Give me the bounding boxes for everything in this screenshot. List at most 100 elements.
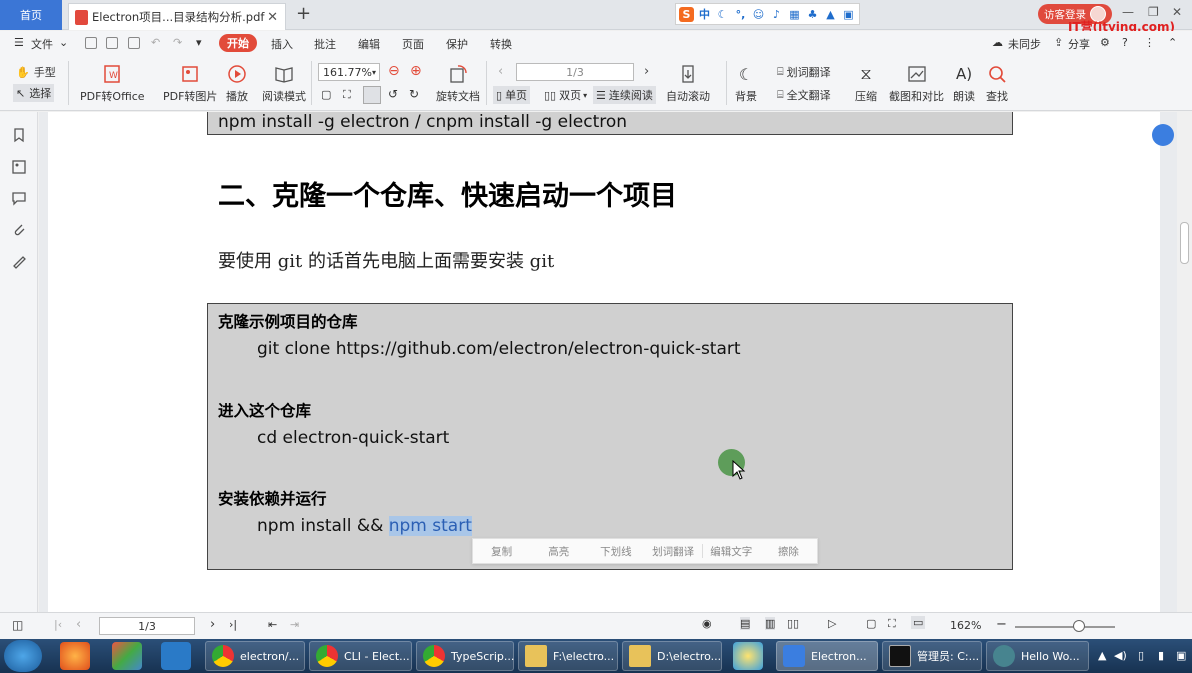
tray-app-icon[interactable]: ▣ <box>1176 649 1186 662</box>
sogou-logo-icon[interactable]: S <box>679 6 694 22</box>
play-icon[interactable]: ▷ <box>828 617 836 630</box>
hamburger-icon[interactable]: ☰ <box>14 36 24 49</box>
compress-button[interactable]: ⧖ 压缩 <box>855 63 877 104</box>
view-double-icon[interactable]: ▯▯ <box>787 617 799 630</box>
moon-icon[interactable]: ☾ <box>715 7 730 22</box>
rotate-doc-button[interactable]: 旋转文档 <box>436 63 480 104</box>
collapse-ribbon-icon[interactable]: ⌃ <box>1168 36 1177 49</box>
zoom-in-icon[interactable]: ⊕ <box>410 63 422 79</box>
grid-icon[interactable]: ▣ <box>841 7 856 22</box>
vertical-scrollbar[interactable] <box>1177 112 1192 612</box>
scrollbar-thumb[interactable] <box>1180 222 1189 264</box>
restore-icon[interactable]: ❐ <box>1148 5 1159 19</box>
fit-width-icon[interactable] <box>363 86 381 104</box>
menu-file[interactable]: 文件 <box>31 36 53 52</box>
last-page-icon[interactable]: ›| <box>229 618 237 631</box>
eye-icon[interactable]: ◉ <box>702 617 712 630</box>
menu-start[interactable]: 开始 <box>219 34 257 52</box>
prev-page-icon[interactable]: ‹ <box>498 64 503 79</box>
comment-icon[interactable] <box>11 190 27 206</box>
pdf-to-image-button[interactable]: PDF转图片 <box>163 63 217 104</box>
taskbar-folder-f[interactable]: F:\electro... <box>518 641 618 671</box>
selected-text[interactable]: npm start <box>388 516 472 536</box>
view-continuous-icon[interactable]: ▥ <box>765 617 776 630</box>
read-aloud-button[interactable]: A) 朗读 <box>953 63 975 104</box>
copy-button[interactable]: 复制 <box>473 544 530 559</box>
chevron-down-icon[interactable]: ⌄ <box>59 36 68 49</box>
open-icon[interactable] <box>85 37 97 49</box>
pinned-app-icon[interactable] <box>112 642 142 670</box>
full-translate-button[interactable]: ⌸ 全文翻译 <box>777 87 831 103</box>
help-icon[interactable]: ? <box>1122 36 1128 49</box>
minimize-icon[interactable]: — <box>1122 5 1134 19</box>
screenshot-compare-button[interactable]: 截图和对比 <box>889 63 944 104</box>
continuous-read-button[interactable]: ☰ 连续阅读 <box>593 86 656 104</box>
sync-icon[interactable]: ☁ <box>992 36 1003 49</box>
tab-document[interactable]: Electron项目...目录结构分析.pdf ✕ <box>68 3 286 30</box>
background-button[interactable]: ☾ 背景 <box>735 63 757 104</box>
menu-protect[interactable]: 保护 <box>446 36 468 52</box>
taskbar-folder-d[interactable]: D:\electro... <box>622 641 722 671</box>
rotate-right-icon[interactable]: ↻ <box>409 87 419 101</box>
auto-scroll-button[interactable]: 自动滚动 <box>666 63 710 104</box>
sidebar-toggle-icon[interactable]: ◫ <box>12 618 23 632</box>
status-page-input[interactable]: 1/3 <box>99 617 195 635</box>
redo-icon[interactable]: ↷ <box>173 36 182 49</box>
settings-icon[interactable]: ⚙ <box>1100 36 1110 49</box>
taskbar-wps[interactable]: Electron... <box>776 641 878 671</box>
menu-annotate[interactable]: 批注 <box>314 36 336 52</box>
thumbnail-icon[interactable] <box>11 159 27 175</box>
fit-page-icon[interactable]: ⛶ <box>343 88 351 102</box>
taskbar-chrome-1[interactable]: electron/... <box>205 641 305 671</box>
zoom-out-icon[interactable]: ⊖ <box>388 63 400 79</box>
pdf-to-office-button[interactable]: W PDF转Office <box>80 63 145 104</box>
actual-size-icon[interactable]: ▢ <box>321 88 331 101</box>
taskbar-chrome-2[interactable]: CLI - Elect... <box>309 641 412 671</box>
first-page-icon[interactable]: |‹ <box>54 618 62 631</box>
menu-insert[interactable]: 插入 <box>271 36 293 52</box>
erase-button[interactable]: 擦除 <box>760 544 817 559</box>
taskbar-chrome-3[interactable]: TypeScrip... <box>416 641 514 671</box>
floating-tool-icon[interactable] <box>1152 124 1174 146</box>
weather-icon[interactable] <box>733 642 763 670</box>
network-icon[interactable]: ▯ <box>1138 649 1144 662</box>
volume-icon[interactable]: ◀) <box>1114 649 1127 662</box>
translate-button[interactable]: 划词翻译 <box>645 544 702 559</box>
prev-page-icon[interactable]: ‹ <box>76 617 81 632</box>
highlight-button[interactable]: 高亮 <box>530 544 587 559</box>
microphone-icon[interactable]: ♪ <box>769 7 784 22</box>
page-number-input[interactable]: 1/3 <box>516 63 634 81</box>
signature-icon[interactable] <box>11 253 27 269</box>
power-icon[interactable]: ▮ <box>1158 649 1164 662</box>
undo-icon[interactable]: ↶ <box>151 36 160 49</box>
next-page-icon[interactable]: › <box>210 617 215 632</box>
forward-icon[interactable]: ⇥ <box>290 618 299 631</box>
play-button[interactable]: 播放 <box>226 63 248 104</box>
close-tab-icon[interactable]: ✕ <box>267 10 278 25</box>
select-tool-button[interactable]: ↖ 选择 <box>13 84 55 102</box>
sync-status[interactable]: 未同步 <box>1008 36 1041 52</box>
zoom-slider-track[interactable] <box>1015 626 1115 628</box>
actual-size-icon[interactable]: ▢ <box>866 617 876 630</box>
add-tab-button[interactable]: + <box>296 3 311 24</box>
share-button[interactable]: 分享 <box>1068 36 1090 52</box>
edit-text-button[interactable]: 编辑文字 <box>703 544 760 559</box>
back-icon[interactable]: ⇤ <box>268 618 277 631</box>
read-mode-button[interactable]: 阅读模式 <box>262 63 306 104</box>
start-button[interactable] <box>4 640 42 672</box>
bookmark-icon[interactable] <box>11 127 27 143</box>
fit-width-icon[interactable]: ▭ <box>911 616 926 629</box>
menu-convert[interactable]: 转换 <box>490 36 512 52</box>
zoom-select[interactable]: 161.77% ▾ <box>318 63 380 81</box>
double-page-button[interactable]: ▯▯ 双页 ▾ <box>541 86 590 104</box>
skin-icon[interactable]: ♣ <box>805 7 820 22</box>
firefox-icon[interactable] <box>60 642 90 670</box>
word-translate-button[interactable]: ⌸ 划词翻译 <box>777 64 831 80</box>
more-icon[interactable]: ▾ <box>196 36 202 49</box>
hand-tool-button[interactable]: ✋ 手型 <box>16 64 56 80</box>
view-single-icon[interactable]: ▤ <box>740 617 751 630</box>
save-icon[interactable] <box>106 37 118 49</box>
more-dots-icon[interactable]: ⋮ <box>1144 36 1155 49</box>
find-button[interactable]: 查找 <box>986 63 1008 104</box>
share-icon[interactable]: ⇪ <box>1054 36 1063 49</box>
